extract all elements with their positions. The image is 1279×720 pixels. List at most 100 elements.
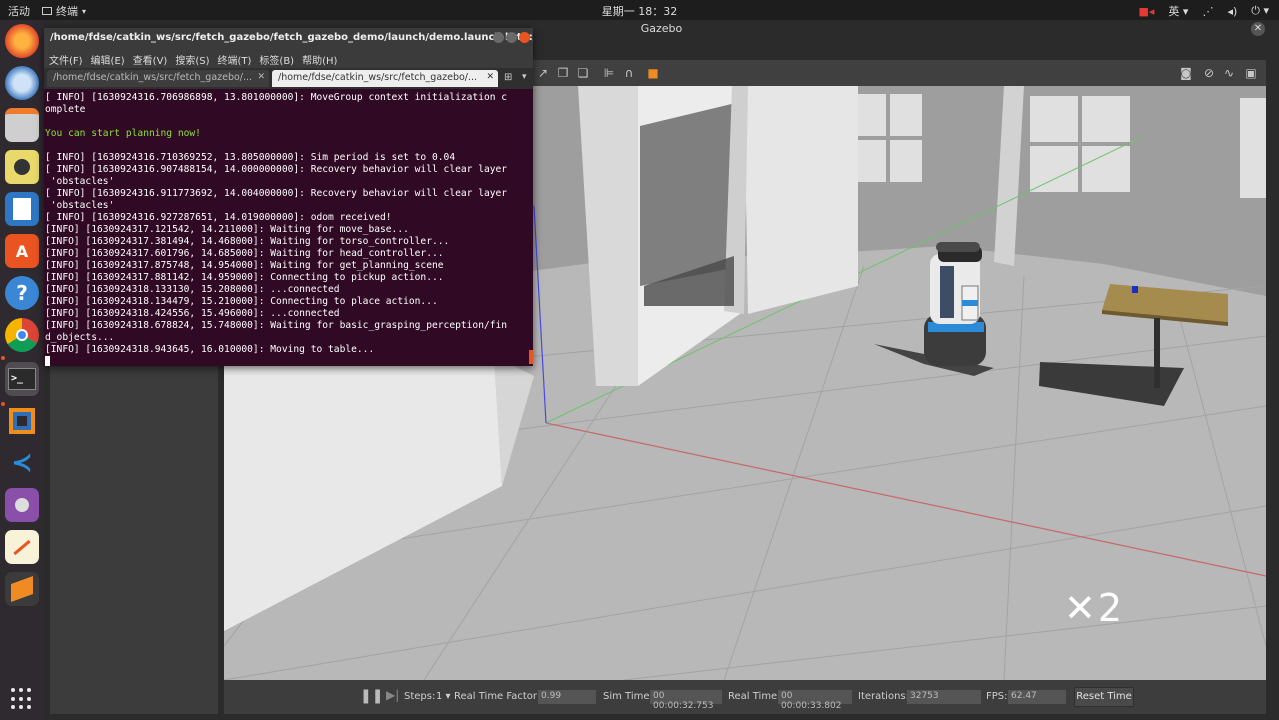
camera-record-icon[interactable]: ■◂ (1138, 5, 1154, 18)
reset-time-button[interactable]: Reset Time (1074, 687, 1134, 707)
dock: A ? >_ ≺ (0, 20, 44, 720)
log-icon[interactable]: ⊘ (1202, 66, 1216, 80)
terminal-line: [INFO] [1630924318.424556, 15.496000]: .… (45, 308, 340, 319)
pause-icon[interactable]: ❚❚ (360, 688, 383, 704)
software-center-icon[interactable]: A (5, 234, 39, 268)
terminal-cursor (45, 356, 50, 366)
terminal-tab-1[interactable]: /home/fdse/catkin_ws/src/fetch_gazebo/..… (47, 70, 269, 87)
terminal-line: [INFO] [1630924318.943645, 16.010000]: M… (45, 344, 375, 355)
gazebo-title: Gazebo (640, 22, 683, 35)
menu-terminal[interactable]: 终端(T) (218, 52, 252, 67)
close-icon[interactable]: ✕ (1251, 22, 1265, 36)
show-applications-icon[interactable] (11, 688, 33, 710)
step-icon[interactable]: ▶| (386, 688, 399, 702)
vscode-icon[interactable]: ≺ (5, 446, 39, 480)
terminal-icon[interactable]: >_ (5, 362, 39, 396)
terminal-line: You can start planning now! (45, 128, 201, 139)
fps-label: FPS: (986, 691, 1008, 702)
select-icon[interactable]: ↗ (536, 66, 550, 80)
running-indicator (1, 402, 5, 406)
menu-tabs[interactable]: 标签(B) (259, 52, 294, 67)
iterations-label: Iterations: (858, 691, 909, 702)
terminal-line: [INFO] [1630924317.601796, 14.685000]: W… (45, 248, 444, 259)
fps-field: 62.47 (1008, 690, 1066, 704)
paste-icon[interactable]: ❏ (576, 66, 590, 80)
music-icon[interactable] (5, 150, 39, 184)
menu-edit[interactable]: 编辑(E) (91, 52, 125, 67)
terminal-tab-2[interactable]: /home/fdse/catkin_ws/src/fetch_gazebo/..… (272, 70, 498, 87)
video-icon[interactable] (5, 488, 39, 522)
input-method[interactable]: 英 ▾ (1168, 3, 1188, 19)
terminal-line: [ INFO] [1630924316.907488154, 14.000000… (45, 164, 508, 175)
sublime-icon[interactable] (5, 572, 39, 606)
system-tray[interactable]: ■◂ 英 ▾ ⋰ ◂) ⏻ ▾ (1138, 3, 1269, 19)
iterations-field: 32753 (907, 690, 981, 704)
steps-value-text: 1 (436, 691, 443, 702)
maximize-icon[interactable] (506, 32, 517, 43)
mail-icon[interactable] (5, 66, 39, 100)
menu-file[interactable]: 文件(F) (49, 52, 83, 67)
terminal-window[interactable]: /home/fdse/catkin_ws/src/fetch_gazebo/fe… (44, 28, 533, 366)
power-icon[interactable]: ⏻ ▾ (1251, 4, 1269, 18)
real-time-label: Real Time: (728, 691, 781, 702)
terminal-titlebar[interactable]: /home/fdse/catkin_ws/src/fetch_gazebo/fe… (44, 28, 533, 48)
sim-time-label: Sim Time: (603, 691, 653, 702)
terminal-output[interactable]: [ INFO] [1630924316.706986898, 13.801000… (44, 89, 533, 366)
terminal-line: 'obstacles' (45, 200, 115, 211)
terminal-line: [INFO] [1630924317.121542, 14.211000]: W… (45, 224, 409, 235)
screenshot-icon[interactable]: ◙ (1179, 66, 1193, 80)
playback-speed-overlay: ✕2 (1064, 586, 1125, 630)
document-icon[interactable] (5, 192, 39, 226)
close-tab-icon[interactable]: ✕ (257, 72, 265, 82)
view-angle-icon[interactable]: ■ (646, 66, 660, 80)
rtf-label: Real Time Factor: (454, 691, 541, 702)
running-indicator (1, 356, 5, 360)
top-bar: 活动 终端 ▾ 星期一 18：32 ■◂ 英 ▾ ⋰ ◂) ⏻ ▾ (0, 0, 1279, 20)
menu-search[interactable]: 搜索(S) (175, 52, 209, 67)
firefox-icon[interactable] (5, 24, 39, 58)
text-editor-icon[interactable] (5, 530, 39, 564)
terminal-line: 'obstacles' (45, 176, 115, 187)
terminal-line: [ INFO] [1630924316.710369252, 13.805000… (45, 152, 456, 163)
terminal-line: [ INFO] [1630924316.911773692, 14.004000… (45, 188, 508, 199)
real-time-field: 00 00:00:33.802 (778, 690, 852, 711)
snap-icon[interactable]: ∩ (622, 66, 636, 80)
plot-icon[interactable]: ∿ (1222, 66, 1236, 80)
terminal-title: /home/fdse/catkin_ws/src/fetch_gazebo/fe… (50, 32, 533, 43)
minimize-icon[interactable] (493, 32, 504, 43)
menu-view[interactable]: 查看(V) (133, 52, 168, 67)
steps-label: Steps: (404, 691, 436, 702)
menu-help[interactable]: 帮助(H) (302, 52, 337, 67)
files-icon[interactable] (5, 108, 39, 142)
tab-label: /home/fdse/catkin_ws/src/fetch_gazebo/..… (53, 72, 253, 83)
chrome-icon[interactable] (5, 318, 39, 352)
align-icon[interactable]: ⊫ (602, 66, 616, 80)
steps-value[interactable]: 1 ▾ (436, 691, 451, 702)
sim-time-field: 00 00:00:32.753 (650, 690, 722, 711)
volume-icon[interactable]: ◂) (1227, 5, 1237, 18)
rtf-field: 0.99 (538, 690, 596, 704)
copy-icon[interactable]: ❐ (556, 66, 570, 80)
close-icon[interactable] (519, 32, 530, 43)
tab-label: /home/fdse/catkin_ws/src/fetch_gazebo/..… (278, 72, 478, 83)
close-tab-icon[interactable]: ✕ (486, 72, 494, 82)
terminal-scrollbar[interactable] (529, 350, 533, 364)
terminal-line: [INFO] [1630924318.134479, 15.210000]: C… (45, 296, 438, 307)
tab-menu-chevron-icon[interactable]: ▾ (522, 72, 527, 82)
input-method-label: 英 (1168, 5, 1180, 18)
new-tab-icon[interactable]: ⊞ (504, 72, 512, 83)
terminal-line: d_objects... (45, 332, 115, 343)
terminal-line: [INFO] [1630924318.678824, 15.748000]: W… (45, 320, 508, 331)
terminal-line: [INFO] [1630924317.875748, 14.954000]: W… (45, 260, 444, 271)
help-icon[interactable]: ? (5, 276, 39, 310)
terminal-line: [ INFO] [1630924316.927287651, 14.019000… (45, 212, 392, 223)
vm-icon[interactable] (5, 404, 39, 438)
terminal-line: [INFO] [1630924318.133130, 15.208000]: .… (45, 284, 340, 295)
terminal-line: [INFO] [1630924317.381494, 14.468000]: W… (45, 236, 450, 247)
terminal-line: [ INFO] [1630924316.706986898, 13.801000… (45, 92, 508, 103)
clock[interactable]: 星期一 18：32 (0, 3, 1279, 19)
network-icon[interactable]: ⋰ (1202, 5, 1213, 18)
terminal-line: [INFO] [1630924317.881142, 14.959000]: C… (45, 272, 444, 283)
record-video-icon[interactable]: ▣ (1244, 66, 1258, 80)
